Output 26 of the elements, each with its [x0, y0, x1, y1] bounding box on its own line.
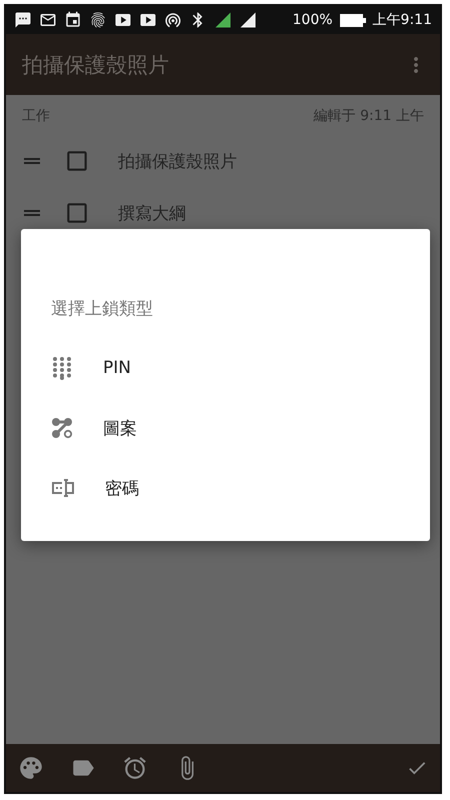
hotspot-icon — [164, 11, 182, 29]
pattern-icon — [51, 417, 73, 439]
dialog-title: 選擇上鎖類型 — [51, 298, 154, 320]
alarm-icon[interactable] — [122, 755, 148, 781]
edited-time: 編輯于 9:11 上午 — [314, 107, 424, 125]
lock-option[interactable]: PIN — [51, 338, 430, 398]
clock: 上午9:11 — [372, 11, 432, 29]
calendar-icon — [64, 11, 82, 29]
play-icon — [139, 11, 157, 29]
mail-icon — [39, 11, 57, 29]
fingerprint-icon — [89, 11, 107, 29]
battery-percent: 100% — [292, 12, 333, 28]
signal-icon — [239, 11, 257, 29]
palette-icon[interactable] — [18, 755, 44, 781]
play-icon — [114, 11, 132, 29]
battery-icon — [340, 14, 366, 26]
lock-option[interactable]: 密碼 — [51, 458, 430, 518]
note-title: 拍攝保護殼照片 — [22, 52, 170, 78]
lock-option[interactable]: 圖案 — [51, 398, 430, 458]
text-cursor-icon — [51, 478, 75, 498]
message-icon — [14, 11, 32, 29]
checklist-item: 拍攝保護殼照片 — [118, 150, 237, 172]
dialpad-icon — [51, 356, 73, 380]
checklist-item: 撰寫大綱 — [118, 202, 186, 224]
signal-icon — [214, 11, 232, 29]
note-label: 工作 — [22, 107, 50, 125]
